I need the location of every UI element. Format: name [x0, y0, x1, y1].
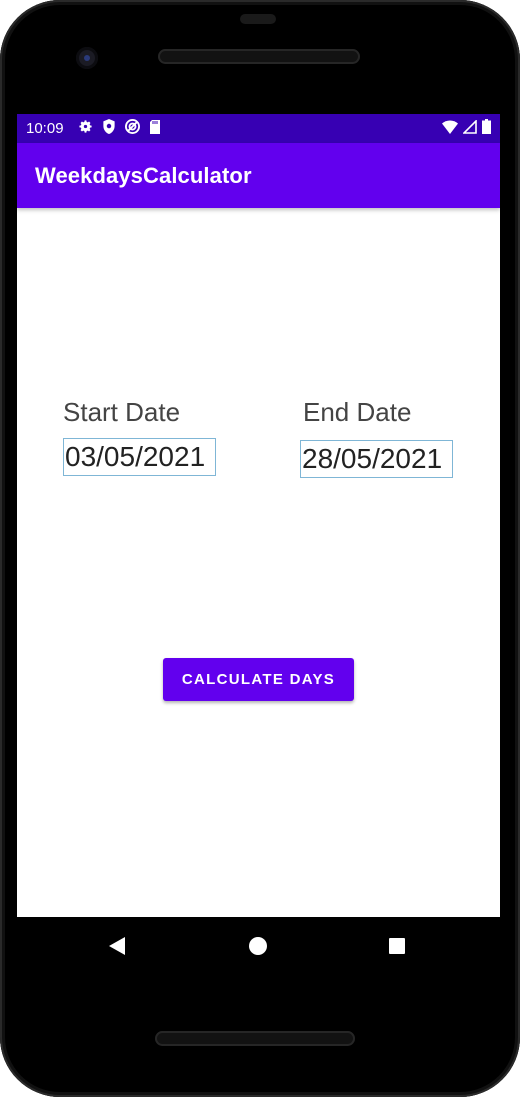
screen: 10:09 WeekdaysCalculator Start Date 03/0…: [17, 114, 500, 917]
start-date-label: Start Date: [63, 397, 181, 427]
end-date-field[interactable]: [300, 440, 453, 478]
app-bar: WeekdaysCalculator: [17, 143, 500, 208]
bottom-speaker: [155, 1031, 355, 1046]
back-icon[interactable]: [109, 937, 125, 955]
status-bar: 10:09: [17, 114, 500, 143]
start-date-field[interactable]: [63, 438, 216, 476]
home-icon[interactable]: [249, 937, 267, 955]
status-time: 10:09: [26, 120, 64, 137]
front-camera: [76, 47, 98, 69]
wifi-icon: [442, 120, 458, 138]
gear-icon: [78, 119, 93, 138]
battery-icon: [482, 119, 491, 138]
calculate-days-button[interactable]: CALCULATE DAYS: [163, 658, 354, 701]
shield-icon: [102, 119, 116, 138]
status-right-group: [442, 118, 491, 138]
signal-icon: [462, 118, 477, 138]
recents-icon[interactable]: [389, 938, 405, 954]
sd-card-icon: [149, 119, 161, 138]
navigation-bar: [17, 917, 500, 974]
vpn-icon: [124, 119, 140, 138]
earpiece-speaker: [158, 49, 360, 64]
app-title: WeekdaysCalculator: [35, 162, 252, 188]
phone-frame: 10:09 WeekdaysCalculator Start Date 03/0…: [0, 0, 520, 1097]
end-date-label: End Date: [303, 397, 412, 427]
top-slot: [240, 14, 276, 24]
